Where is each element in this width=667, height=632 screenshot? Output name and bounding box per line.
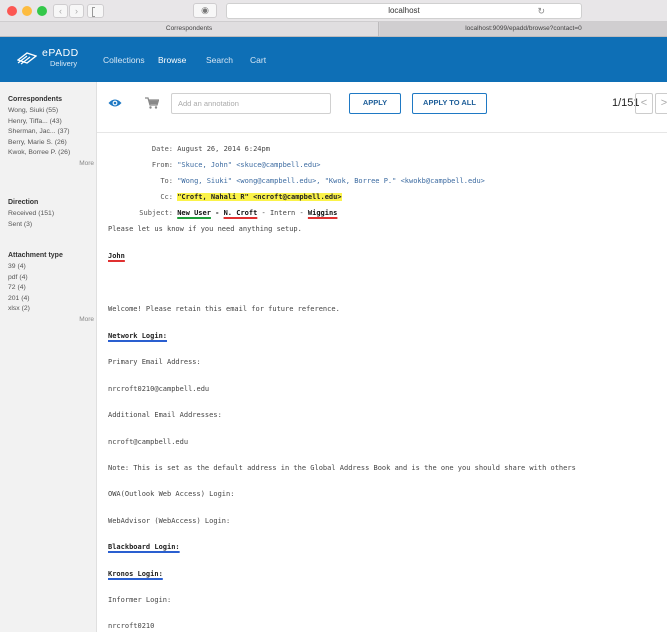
date-label: Date: (151, 145, 173, 153)
app-header: ePADD Delivery Collections Browse Search… (0, 37, 667, 82)
body-line-heading[interactable]: Network Login: (108, 332, 167, 340)
tab-browse[interactable]: localhost:9099/epadd/browse?contact=0 (380, 22, 667, 36)
facet-item[interactable]: xlsx (2) (8, 304, 94, 315)
facet-correspondents: Correspondents Wong, Siuki (55) Henry, T… (8, 96, 94, 167)
annotation-input[interactable]: Add an annotation (171, 93, 331, 114)
subject-label: Subject: (139, 209, 173, 217)
facet-heading: Direction (8, 199, 39, 206)
body-line: OWA(Outlook Web Access) Login: (108, 490, 235, 498)
apply-button[interactable]: APPLY (349, 93, 401, 114)
cc-value[interactable]: "Croft, Nahali R" <ncroft@campbell.edu> (177, 193, 342, 201)
to-value[interactable]: "Wong, Siuki" <wong@campbell.edu>, "Kwok… (177, 177, 485, 185)
facet-item[interactable]: Sent (3) (8, 220, 94, 231)
header-cc: Cc: "Croft, Nahali R" <ncroft@campbell.e… (108, 193, 342, 201)
facet-heading: Attachment type (8, 252, 63, 259)
subject-term-wiggins[interactable]: Wiggins (308, 209, 338, 217)
facet-item[interactable]: Received (151) (8, 209, 94, 220)
facet-item[interactable]: Berry, Marie S. (26) (8, 138, 94, 149)
apply-to-all-button[interactable]: APPLY TO ALL (412, 93, 487, 114)
subject-separator: - (210, 209, 224, 217)
body-line-heading[interactable]: Blackboard Login: (108, 543, 180, 551)
close-window-button[interactable] (7, 6, 17, 16)
privacy-icon[interactable]: ◉ (193, 3, 217, 18)
sidebar-toggle-icon[interactable] (87, 4, 104, 18)
previous-message-button[interactable]: < (635, 93, 653, 114)
facet-item[interactable]: Henry, Tiffa... (43) (8, 117, 94, 128)
body-line: Welcome! Please retain this email for fu… (108, 305, 340, 313)
subject-term-new-user: New User (177, 209, 211, 217)
nav-browse[interactable]: Browse (158, 55, 186, 65)
address-bar[interactable]: localhost ↻ (226, 3, 582, 19)
next-message-button[interactable]: > (655, 93, 667, 114)
facet-item[interactable]: Wong, Siuki (55) (8, 106, 94, 117)
facet-item[interactable]: pdf (4) (8, 273, 94, 284)
facet-direction: Direction Received (151) Sent (3) (8, 199, 94, 230)
subject-term-croft[interactable]: N. Croft (224, 209, 258, 217)
header-to: To: "Wong, Siuki" <wong@campbell.edu>, "… (108, 177, 485, 185)
window-titlebar: ‹ › ◉ localhost ↻ (0, 0, 667, 22)
body-line: Informer Login: (108, 596, 172, 604)
facet-item[interactable]: 72 (4) (8, 283, 94, 294)
back-button[interactable]: ‹ (53, 4, 68, 18)
body-line: Please let us know if you need anything … (108, 225, 302, 233)
nav-collections[interactable]: Collections (103, 55, 145, 65)
body-line: nrcroft0210 (108, 622, 155, 630)
body-line: Note: This is set as the default address… (108, 464, 576, 472)
forward-button[interactable]: › (69, 4, 84, 18)
facet-heading: Correspondents (8, 96, 63, 103)
message-view: Date: August 26, 2014 6:24pm From: "Skuc… (97, 133, 667, 632)
body-line-heading[interactable]: Kronos Login: (108, 570, 163, 578)
eye-icon[interactable] (108, 98, 122, 108)
header-subject: Subject: New User - N. Croft - Intern - … (108, 209, 337, 217)
facet-item[interactable]: 201 (4) (8, 294, 94, 305)
from-label: From: (151, 161, 173, 169)
logo-name: ePADD (42, 47, 79, 59)
from-value[interactable]: "Skuce, John" <skuce@campbell.edu> (177, 161, 320, 169)
zoom-window-button[interactable] (37, 6, 47, 16)
epadd-logo[interactable]: ePADD Delivery (17, 47, 85, 74)
tab-correspondents[interactable]: Correspondents (0, 22, 379, 36)
body-line: ncroft@campbell.edu (108, 438, 189, 446)
nav-search[interactable]: Search (206, 55, 233, 65)
logo-subtitle: Delivery (50, 59, 78, 68)
subject-text: - Intern - (257, 209, 308, 217)
more-link[interactable]: More (8, 316, 94, 323)
message-toolbar: Add an annotation APPLY APPLY TO ALL 1/1… (97, 82, 667, 133)
body-line: WebAdvisor (WebAccess) Login: (108, 517, 231, 525)
header-date: Date: August 26, 2014 6:24pm (108, 145, 270, 153)
cc-label: Cc: (160, 193, 173, 201)
facet-attachment-type: Attachment type 39 (4) pdf (4) 72 (4) 20… (8, 252, 94, 323)
body-line: Primary Email Address: (108, 358, 201, 366)
reload-icon[interactable]: ↻ (537, 4, 545, 18)
tab-bar: Correspondents localhost:9099/epadd/brow… (0, 22, 667, 37)
body-line: Additional Email Addresses: (108, 411, 222, 419)
date-value: August 26, 2014 6:24pm (177, 145, 270, 153)
cart-icon[interactable] (145, 97, 159, 109)
header-from: From: "Skuce, John" <skuce@campbell.edu> (108, 161, 321, 169)
body-line: nrcroft0210@campbell.edu (108, 385, 210, 393)
url-text: localhost (388, 6, 420, 15)
minimize-window-button[interactable] (22, 6, 32, 16)
facet-item[interactable]: 39 (4) (8, 262, 94, 273)
body-line-signature[interactable]: John (108, 252, 125, 260)
nav-cart[interactable]: Cart (250, 55, 266, 65)
logo-mark-icon (17, 52, 37, 65)
facet-item[interactable]: Kwok, Borree P. (26) (8, 148, 94, 159)
to-label: To: (160, 177, 173, 185)
facet-sidebar: Correspondents Wong, Siuki (55) Henry, T… (0, 82, 97, 632)
more-link[interactable]: More (8, 160, 94, 167)
facet-item[interactable]: Sherman, Jac... (37) (8, 127, 94, 138)
